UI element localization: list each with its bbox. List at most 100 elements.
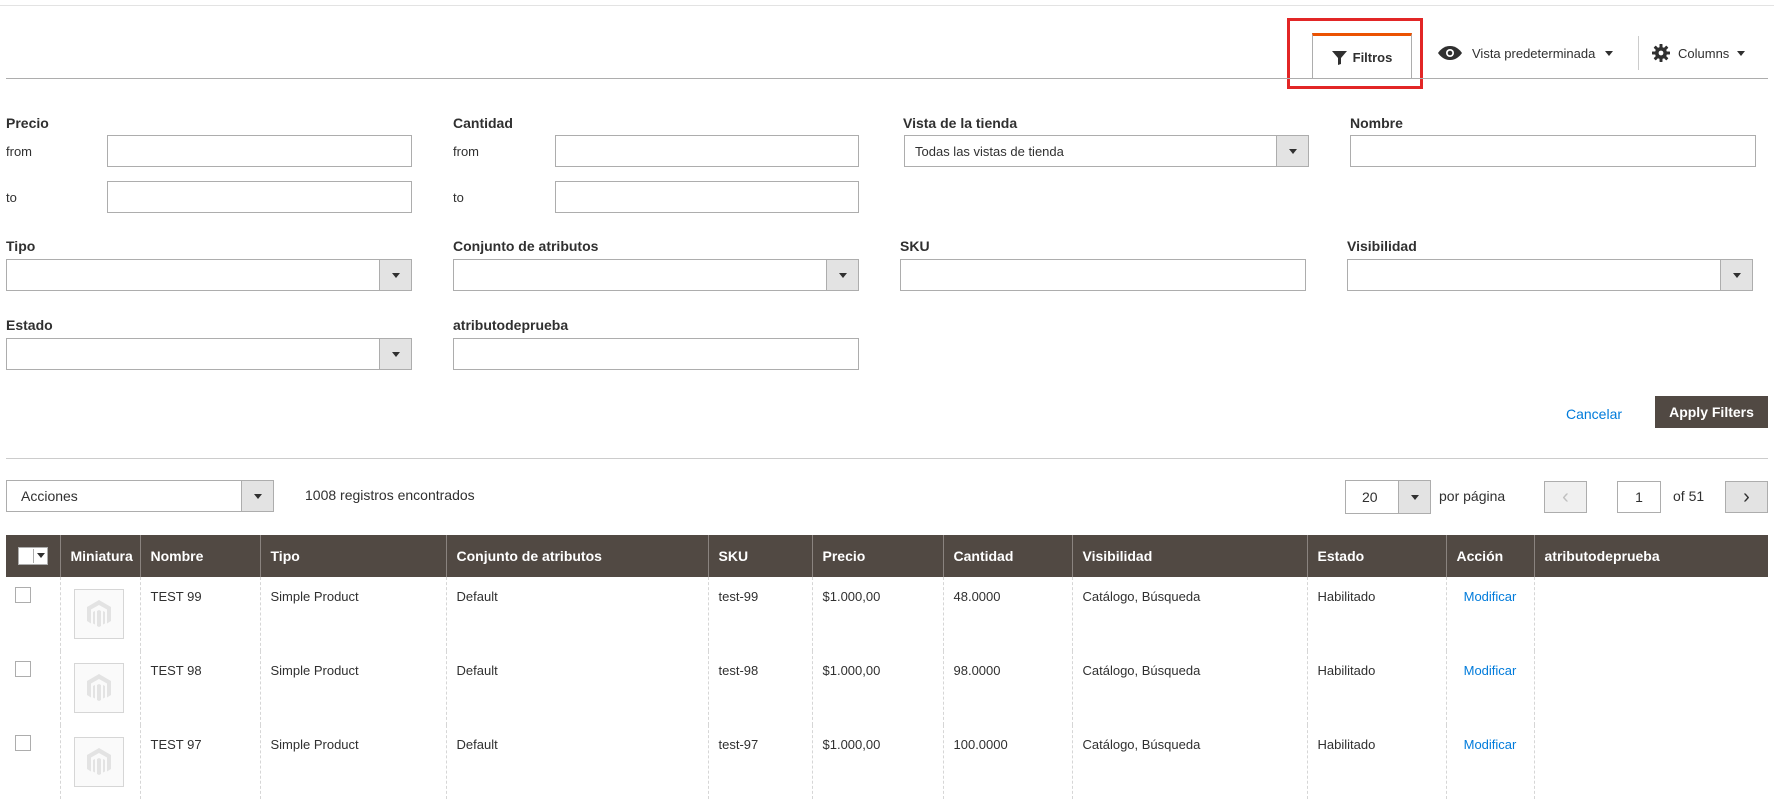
precio-label: Precio xyxy=(6,115,49,131)
sku-label: SKU xyxy=(900,238,930,254)
chevron-down-icon xyxy=(1276,136,1308,166)
edit-link[interactable]: Modificar xyxy=(1464,589,1517,604)
filters-label: Filtros xyxy=(1352,50,1393,65)
toolbar-divider xyxy=(6,78,1768,79)
column-header-visibilidad[interactable]: Visibilidad xyxy=(1071,535,1307,577)
cell-precio: $1.000,00 xyxy=(811,577,943,651)
columns-button[interactable]: Columns xyxy=(1652,40,1746,66)
per-page-value: 20 xyxy=(1362,489,1378,505)
chevron-down-icon xyxy=(1605,50,1614,56)
toolbar-separator xyxy=(1638,36,1639,70)
cell-atributodeprueba xyxy=(1533,725,1768,799)
actions-select[interactable]: Acciones xyxy=(6,480,274,512)
tipo-select[interactable] xyxy=(6,259,412,291)
magento-placeholder-icon xyxy=(86,674,111,702)
chevron-down-icon xyxy=(1720,260,1752,290)
cell-nombre: TEST 97 xyxy=(139,725,260,799)
chevron-down-icon xyxy=(241,481,273,511)
cantidad-from-input[interactable] xyxy=(555,135,859,167)
product-thumbnail[interactable] xyxy=(73,589,124,639)
gear-icon xyxy=(1652,44,1670,62)
cell-visibilidad: Catálogo, Búsqueda xyxy=(1071,725,1307,799)
row-checkbox[interactable] xyxy=(15,587,31,603)
view-switcher-button[interactable]: Vista predeterminada xyxy=(1438,40,1614,66)
cantidad-label: Cantidad xyxy=(453,115,513,131)
tipo-label: Tipo xyxy=(6,238,36,254)
chevron-right-icon: › xyxy=(1743,485,1750,508)
estado-select[interactable] xyxy=(6,338,412,370)
edit-link[interactable]: Modificar xyxy=(1464,663,1517,678)
cell-tipo: Simple Product xyxy=(259,577,446,651)
view-label: Vista predeterminada xyxy=(1472,45,1596,61)
column-header-nombre[interactable]: Nombre xyxy=(139,535,260,577)
column-header-estado[interactable]: Estado xyxy=(1306,535,1446,577)
mass-select-checkbox[interactable] xyxy=(18,546,48,565)
cell-tipo: Simple Product xyxy=(259,725,446,799)
cell-cantidad: 100.0000 xyxy=(942,725,1072,799)
cantidad-from-label: from xyxy=(453,144,479,159)
chevron-down-icon xyxy=(379,339,411,369)
column-header-precio[interactable]: Precio xyxy=(811,535,943,577)
column-header-conjunto[interactable]: Conjunto de atributos xyxy=(445,535,708,577)
column-header-cantidad[interactable]: Cantidad xyxy=(942,535,1072,577)
row-checkbox[interactable] xyxy=(15,735,31,751)
cantidad-to-label: to xyxy=(453,190,464,205)
cell-conjunto: Default xyxy=(445,577,708,651)
column-header-sku[interactable]: SKU xyxy=(707,535,812,577)
conjunto-label: Conjunto de atributos xyxy=(453,238,599,254)
cell-conjunto: Default xyxy=(445,651,708,725)
mass-select-header[interactable] xyxy=(6,535,60,577)
precio-to-input[interactable] xyxy=(107,181,412,213)
chevron-down-icon xyxy=(36,553,45,558)
filters-button[interactable]: Filtros xyxy=(1312,33,1412,79)
column-header-atributodeprueba[interactable]: atributodeprueba xyxy=(1533,535,1768,577)
product-thumbnail[interactable] xyxy=(73,737,124,787)
page-number-input[interactable]: 1 xyxy=(1617,481,1661,513)
per-page-select[interactable]: 20 xyxy=(1345,480,1431,514)
column-header-tipo[interactable]: Tipo xyxy=(259,535,446,577)
edit-link[interactable]: Modificar xyxy=(1464,737,1517,752)
atributodeprueba-label: atributodeprueba xyxy=(453,317,569,333)
per-page-label: por página xyxy=(1439,488,1506,504)
table-row: TEST 97 Simple Product Default test-97 $… xyxy=(6,725,1768,799)
cancel-button[interactable]: Cancelar xyxy=(1566,400,1622,428)
section-divider xyxy=(6,458,1768,459)
cell-cantidad: 48.0000 xyxy=(942,577,1072,651)
cantidad-to-input[interactable] xyxy=(555,181,859,213)
apply-filters-button[interactable]: Apply Filters xyxy=(1655,396,1768,428)
chevron-down-icon xyxy=(826,260,858,290)
cell-cantidad: 98.0000 xyxy=(942,651,1072,725)
cell-atributodeprueba xyxy=(1533,651,1768,725)
magento-placeholder-icon xyxy=(86,600,111,628)
estado-label: Estado xyxy=(6,317,53,333)
next-page-button[interactable]: › xyxy=(1725,481,1768,513)
previous-page-button[interactable]: ‹ xyxy=(1544,481,1587,513)
cell-sku: test-99 xyxy=(707,577,812,651)
cell-estado: Habilitado xyxy=(1306,651,1446,725)
precio-from-label: from xyxy=(6,144,32,159)
cell-precio: $1.000,00 xyxy=(811,725,943,799)
vista-tienda-select[interactable]: Todas las vistas de tienda xyxy=(904,135,1309,167)
magento-placeholder-icon xyxy=(86,748,111,776)
sku-input[interactable] xyxy=(900,259,1306,291)
vista-tienda-value: Todas las vistas de tienda xyxy=(915,143,1064,159)
atributodeprueba-input[interactable] xyxy=(453,338,859,370)
cell-estado: Habilitado xyxy=(1306,577,1446,651)
conjunto-select[interactable] xyxy=(453,259,859,291)
cell-sku: test-98 xyxy=(707,651,812,725)
nombre-input[interactable] xyxy=(1350,135,1756,167)
visibilidad-label: Visibilidad xyxy=(1347,238,1417,254)
visibilidad-select[interactable] xyxy=(1347,259,1753,291)
columns-label: Columns xyxy=(1678,45,1730,61)
products-grid: Miniatura Nombre Tipo Conjunto de atribu… xyxy=(6,535,1768,799)
precio-from-input[interactable] xyxy=(107,135,412,167)
product-thumbnail[interactable] xyxy=(73,663,124,713)
vista-tienda-label: Vista de la tienda xyxy=(903,115,1018,131)
cell-visibilidad: Catálogo, Búsqueda xyxy=(1071,651,1307,725)
cell-atributodeprueba xyxy=(1533,577,1768,651)
grid-header-row: Miniatura Nombre Tipo Conjunto de atribu… xyxy=(6,535,1768,577)
row-checkbox[interactable] xyxy=(15,661,31,677)
cell-nombre: TEST 98 xyxy=(139,651,260,725)
chevron-left-icon: ‹ xyxy=(1562,485,1569,508)
column-header-miniatura[interactable]: Miniatura xyxy=(59,535,140,577)
